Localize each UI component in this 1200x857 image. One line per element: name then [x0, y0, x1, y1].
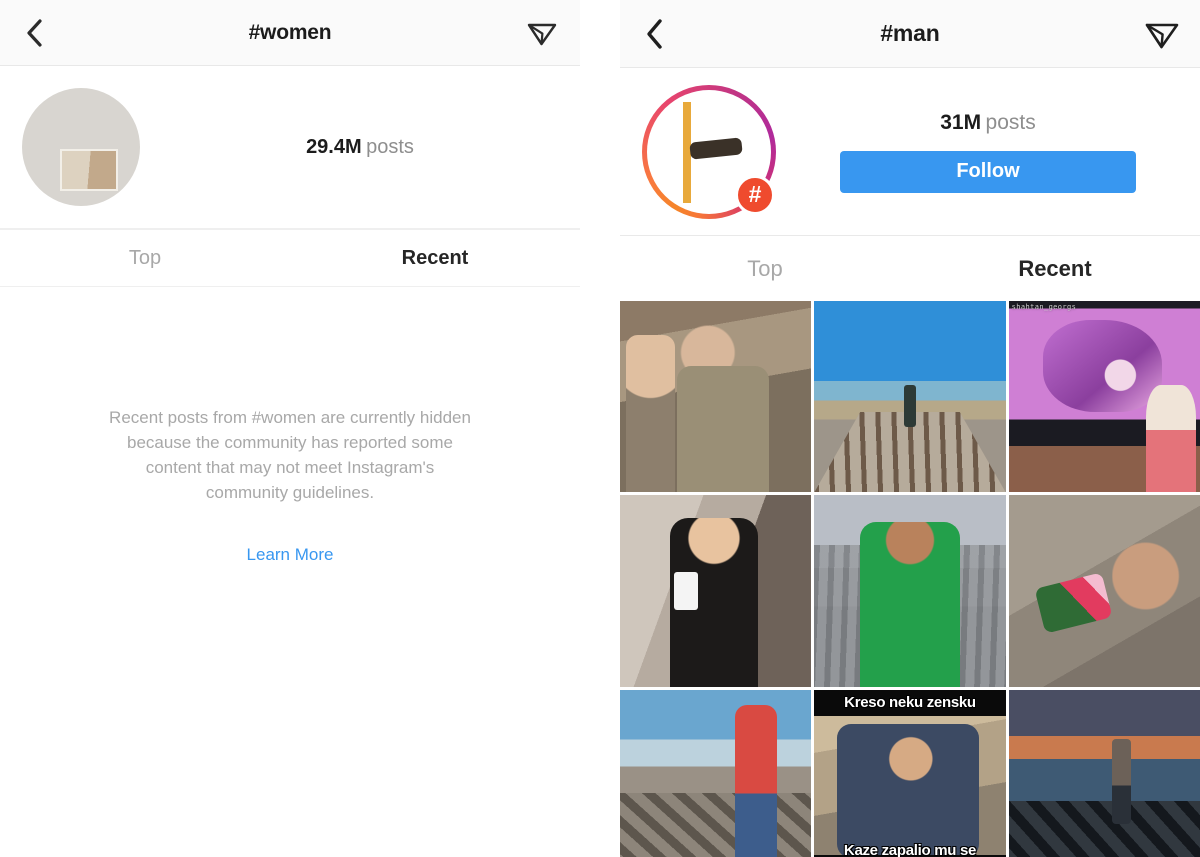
meme-caption-bottom: Kaze zapalio mu se kondom	[843, 841, 977, 857]
post-count-label: posts	[985, 110, 1036, 134]
grid-post[interactable]	[814, 495, 1006, 687]
grid-post[interactable]	[620, 301, 812, 493]
grid-post[interactable]	[1008, 689, 1200, 857]
avatar[interactable]	[22, 88, 140, 206]
paper-plane-icon[interactable]	[1142, 14, 1182, 54]
post-count-line: 31M posts	[940, 111, 1036, 135]
grid-post[interactable]: shahtan_georgs	[1008, 301, 1200, 493]
tab-recent[interactable]: Recent	[290, 230, 580, 286]
hidden-posts-notice: Recent posts from #women are currently h…	[0, 287, 580, 565]
tab-recent[interactable]: Recent	[910, 236, 1200, 301]
follow-button[interactable]: Follow	[840, 150, 1136, 193]
left-tab-bar: Top Recent	[0, 229, 580, 287]
tab-top[interactable]: Top	[620, 236, 910, 301]
left-post-count-block: 29.4M posts	[140, 136, 580, 159]
post-thumbnail	[1008, 495, 1200, 687]
right-navbar: #man	[620, 0, 1200, 68]
post-thumbnail	[620, 495, 812, 687]
learn-more-link[interactable]: Learn More	[247, 545, 334, 565]
meme-caption-top: Kreso neku zensku	[844, 693, 976, 711]
grid-post[interactable]	[620, 495, 812, 687]
panel-divider-gap	[580, 0, 620, 857]
post-count-label: posts	[366, 135, 414, 158]
post-count-line: 29.4M posts	[306, 136, 414, 159]
hashtag-badge-icon: #	[735, 174, 775, 215]
left-hashtag-profile: 29.4M posts	[0, 66, 580, 229]
post-thumbnail	[814, 495, 1006, 687]
post-thumbnail	[814, 301, 1006, 493]
avatar[interactable]: #	[642, 84, 776, 219]
grid-post[interactable]	[814, 301, 1006, 493]
right-phone-panel: #man # 31M posts Follow Top Recent shaht…	[620, 0, 1200, 857]
paper-plane-icon[interactable]	[522, 13, 562, 53]
post-thumbnail	[620, 689, 812, 857]
back-icon[interactable]	[18, 16, 52, 50]
grid-post[interactable]	[620, 689, 812, 857]
post-thumbnail	[1008, 689, 1200, 857]
grid-post[interactable]: Kreso neku zensku Kaze zapalio mu se kon…	[814, 689, 1006, 857]
photo-grid: shahtan_georgs Kreso neku zensku Kaze za…	[620, 301, 1200, 857]
notice-line-1: Recent posts from #women are currently h…	[109, 408, 471, 427]
notice-line-3: content that may not meet Instagram's	[145, 458, 435, 477]
notice-line-2: because the community has reported some	[126, 433, 453, 452]
right-tab-bar: Top Recent	[620, 235, 1200, 301]
tab-top[interactable]: Top	[0, 230, 290, 286]
dual-phone-screenshot: #women 29.4M posts Top Recent Recent pos…	[0, 0, 1200, 857]
right-post-count-block: 31M posts Follow	[776, 111, 1200, 193]
left-phone-panel: #women 29.4M posts Top Recent Recent pos…	[0, 0, 580, 857]
grid-post[interactable]	[1008, 495, 1200, 687]
post-count-value: 29.4M	[306, 135, 362, 158]
left-navbar: #women	[0, 0, 580, 66]
post-thumbnail	[1008, 301, 1200, 493]
post-watermark: shahtan_georgs	[1011, 303, 1077, 311]
back-icon[interactable]	[638, 17, 672, 51]
post-count-value: 31M	[940, 110, 982, 134]
right-hashtag-profile: # 31M posts Follow	[620, 68, 1200, 235]
post-thumbnail	[620, 301, 812, 493]
notice-line-4: community guidelines.	[205, 483, 375, 502]
page-title: #man	[880, 20, 940, 46]
page-title: #women	[248, 20, 332, 44]
